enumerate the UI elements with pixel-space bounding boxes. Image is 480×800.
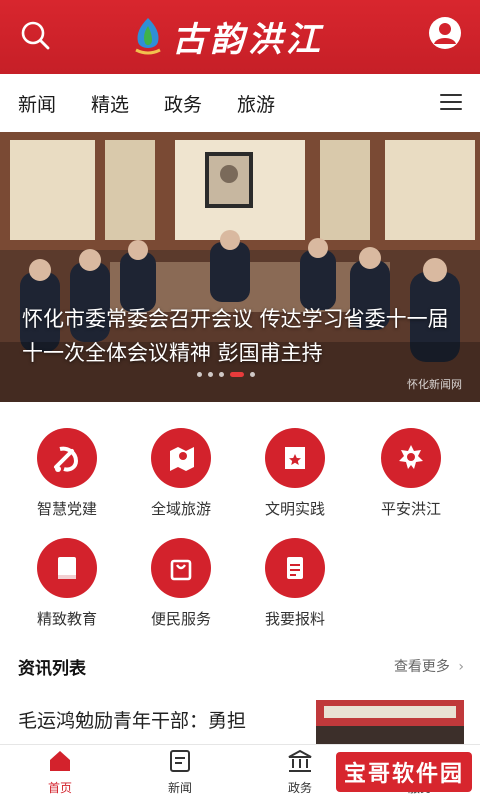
- search-icon[interactable]: [18, 18, 52, 52]
- news-icon: [170, 750, 190, 772]
- nav-label: 首页: [47, 781, 72, 795]
- police-badge-icon: [381, 428, 441, 488]
- carousel-dot-active[interactable]: [230, 372, 244, 377]
- nav-home[interactable]: 首页: [30, 749, 90, 796]
- carousel-dot[interactable]: [219, 372, 224, 377]
- tab-tourism[interactable]: 旅游: [237, 90, 275, 117]
- shortcut-label: 平安洪江: [380, 500, 441, 518]
- nav-label: 政务: [287, 781, 312, 795]
- book-icon: [37, 538, 97, 598]
- shortcut-label: 智慧党建: [36, 500, 97, 518]
- tab-featured[interactable]: 精选: [91, 90, 129, 117]
- carousel-dot[interactable]: [208, 372, 213, 377]
- tab-government[interactable]: 政务: [164, 90, 202, 117]
- banner-caption: 怀化市委常委会召开会议 传达学习省委十一届十一次全体会议精神 彭国甫主持: [22, 307, 449, 365]
- category-tabs: 新闻 精选 政务 旅游: [0, 74, 480, 132]
- news-item-thumbnail: [316, 700, 464, 746]
- clipboard-icon: [265, 538, 325, 598]
- party-emblem-icon: [37, 428, 97, 488]
- watermark-stamp: 宝哥软件园: [336, 752, 472, 792]
- news-list-title: 资讯列表: [18, 659, 86, 679]
- app-title: 古韵洪江: [172, 19, 324, 60]
- home-icon: [50, 751, 70, 771]
- shortcut-label: 我要报料: [264, 610, 325, 628]
- user-icon[interactable]: [428, 16, 462, 50]
- shortcut-tourism[interactable]: 全域旅游: [126, 428, 236, 519]
- shortcut-label: 文明实践: [264, 500, 325, 518]
- carousel-dot[interactable]: [250, 372, 255, 377]
- carousel-indicator: [197, 372, 261, 377]
- shortcut-report[interactable]: 我要报料: [240, 538, 350, 629]
- news-list-item[interactable]: 毛运鸿勉励青年干部：勇担: [0, 696, 480, 746]
- shopping-bag-icon: [151, 538, 211, 598]
- shortcut-education[interactable]: 精致教育: [12, 538, 122, 629]
- app-logo: 古韵洪江: [130, 12, 324, 60]
- news-banner[interactable]: 怀化市委常委会召开会议 传达学习省委十一届十一次全体会议精神 彭国甫主持 怀化新…: [0, 132, 480, 402]
- flag-star-icon: [265, 428, 325, 488]
- nav-news[interactable]: 新闻: [150, 749, 210, 796]
- nav-government[interactable]: 政务: [270, 749, 330, 796]
- news-item-title: 毛运鸿勉励青年干部：勇担: [18, 710, 247, 732]
- view-more-link[interactable]: 查看更多 ›: [394, 656, 464, 676]
- shortcut-label: 精致教育: [36, 610, 97, 628]
- shortcut-label: 便民服务: [150, 610, 211, 628]
- shortcut-smart-party[interactable]: 智慧党建: [12, 428, 122, 519]
- news-list-header: 资讯列表 查看更多 ›: [0, 650, 480, 680]
- chevron-right-icon: ›: [458, 659, 464, 675]
- government-icon: [288, 749, 312, 772]
- logo-mark-icon: [135, 18, 161, 55]
- nav-label: 新闻: [167, 781, 192, 795]
- tab-news[interactable]: 新闻: [18, 90, 56, 117]
- app-root: 古韵洪江 新闻 精选 政务 旅游 怀化市委常委会召开会议 传达学习省委十一届十一…: [0, 0, 480, 800]
- shortcut-civilization[interactable]: 文明实践: [240, 428, 350, 519]
- shortcut-label: 全域旅游: [150, 500, 211, 518]
- menu-icon[interactable]: [440, 94, 462, 112]
- top-header: 古韵洪江: [0, 0, 480, 74]
- view-more-label: 查看更多: [393, 659, 450, 675]
- shortcut-safe-hongjiang[interactable]: 平安洪江: [356, 428, 466, 519]
- map-pin-icon: [151, 428, 211, 488]
- shortcut-services[interactable]: 便民服务: [126, 538, 236, 629]
- banner-watermark: 怀化新闻网: [407, 378, 462, 391]
- carousel-dot[interactable]: [197, 372, 202, 377]
